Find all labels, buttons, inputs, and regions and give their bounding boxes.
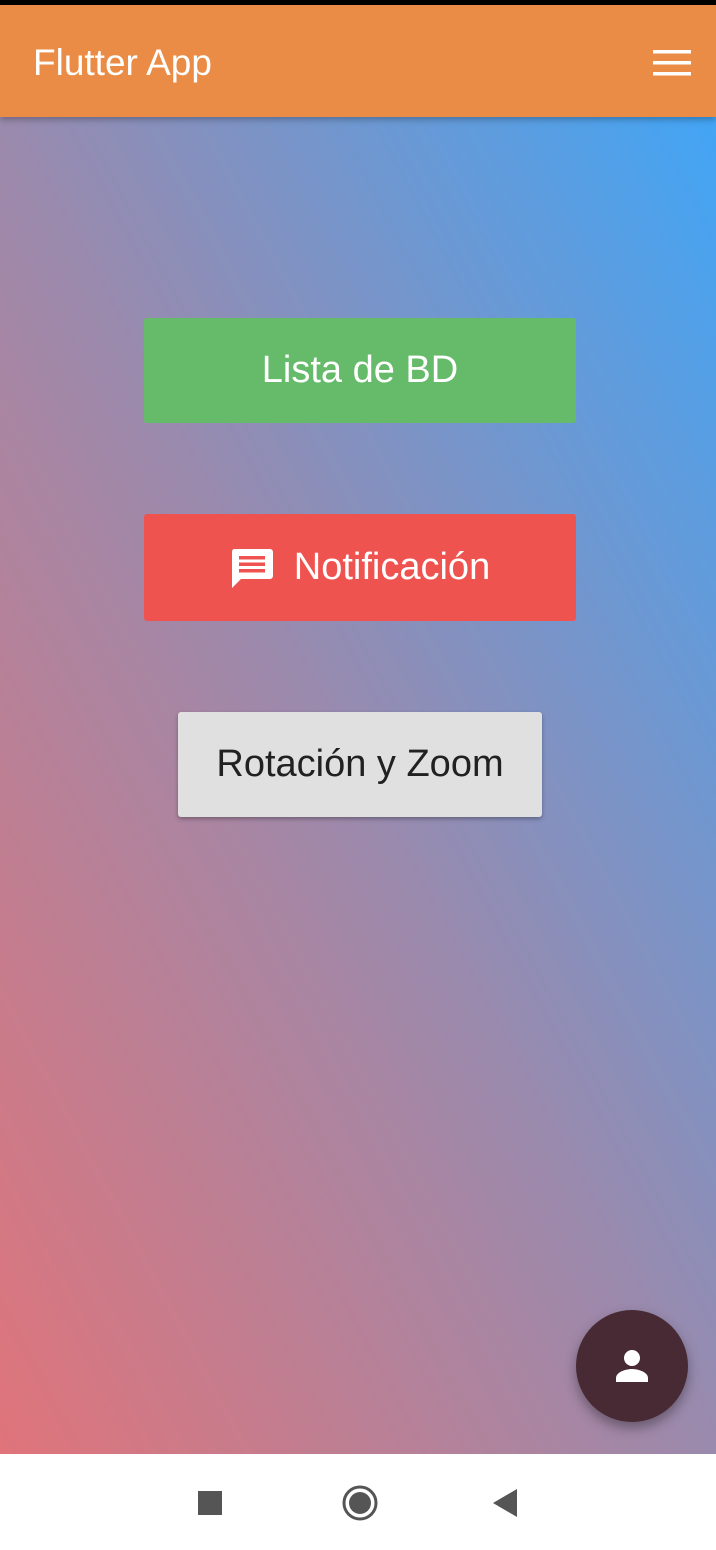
recents-square-icon xyxy=(198,1491,222,1515)
back-button[interactable] xyxy=(476,1478,536,1528)
profile-fab-button[interactable] xyxy=(576,1310,688,1422)
home-button[interactable] xyxy=(330,1478,390,1528)
message-icon xyxy=(230,547,274,589)
rotacion-zoom-button[interactable]: Rotación y Zoom xyxy=(178,712,542,817)
menu-button[interactable] xyxy=(640,35,704,91)
notificacion-label: Notificación xyxy=(293,546,491,588)
lista-bd-button[interactable]: Lista de BD xyxy=(144,318,576,423)
app-bar: Flutter App xyxy=(0,5,716,117)
system-nav-bar xyxy=(0,1454,716,1550)
rotacion-zoom-label: Rotación y Zoom xyxy=(216,743,504,785)
app-title: Flutter App xyxy=(33,42,212,83)
home-circle-icon xyxy=(342,1485,378,1521)
back-triangle-icon xyxy=(493,1489,517,1517)
recents-button[interactable] xyxy=(180,1478,240,1528)
notificacion-button[interactable]: Notificación xyxy=(144,514,576,621)
hamburger-menu-icon xyxy=(653,50,691,76)
app-screen: Flutter App Lista de BD Notificación Rot… xyxy=(0,0,716,1550)
lista-bd-label: Lista de BD xyxy=(261,349,459,391)
person-icon xyxy=(616,1350,648,1382)
